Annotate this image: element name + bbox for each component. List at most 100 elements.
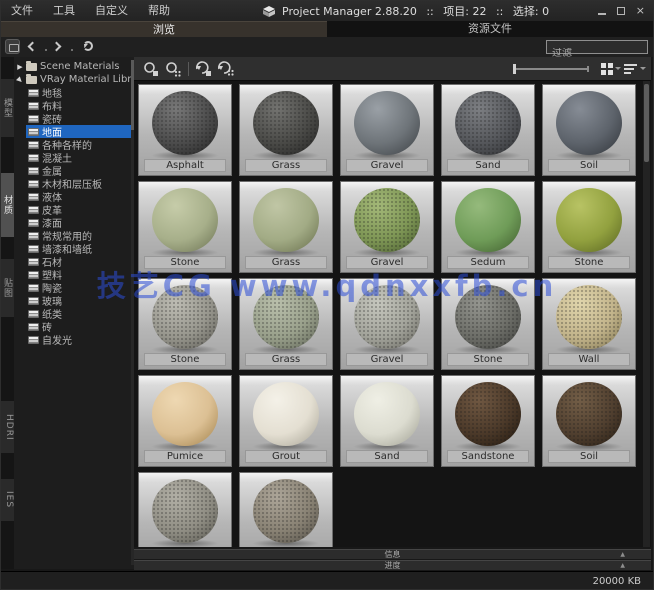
- material-sphere: [253, 285, 319, 349]
- title-separator: ::: [496, 5, 503, 18]
- material-cell[interactable]: Gravel: [340, 84, 434, 176]
- refresh-icon[interactable]: [83, 41, 93, 51]
- folder-view-icon[interactable]: [5, 39, 20, 54]
- material-cell[interactable]: Grass: [239, 181, 333, 273]
- material-sphere: [253, 91, 319, 155]
- render-all-previews-icon[interactable]: [215, 60, 237, 78]
- tree-item[interactable]: 石材: [14, 255, 134, 268]
- tab-ies[interactable]: IES: [1, 479, 14, 521]
- tree-item[interactable]: 木材和层压板: [14, 177, 134, 190]
- sort-caret-icon[interactable]: [640, 67, 646, 73]
- minimize-icon[interactable]: [598, 13, 606, 15]
- material-category-icon: [28, 128, 39, 136]
- tree-item[interactable]: 瓷砖: [14, 112, 134, 125]
- material-cell[interactable]: Grass: [239, 278, 333, 370]
- material-label: Grass: [245, 256, 327, 269]
- tree-item[interactable]: 玻璃: [14, 294, 134, 307]
- menu-customize[interactable]: 自定义: [85, 1, 138, 21]
- material-sphere: [556, 382, 622, 446]
- material-cell[interactable]: Stone: [138, 181, 232, 273]
- status-bar: 20000 KB: [1, 571, 653, 590]
- expand-info-icon[interactable]: ▲: [620, 551, 625, 559]
- grid-scrollbar[interactable]: [643, 81, 650, 547]
- tab-materials[interactable]: 材质: [1, 173, 14, 237]
- tab-hdri[interactable]: HDRI: [1, 401, 14, 453]
- material-cell[interactable]: Stone: [138, 278, 232, 370]
- tree-item[interactable]: 陶瓷: [14, 281, 134, 294]
- material-category-icon: [28, 102, 39, 110]
- material-label: Sand: [346, 450, 428, 463]
- material-cell[interactable]: Stone: [542, 181, 636, 273]
- tree-root-0[interactable]: ▶Scene Materials: [14, 60, 134, 73]
- forward-history-dot[interactable]: [71, 49, 73, 51]
- material-cell[interactable]: Grout: [239, 375, 333, 467]
- material-cell[interactable]: Sandstone: [441, 375, 535, 467]
- material-cell[interactable]: Stone: [441, 278, 535, 370]
- progress-panel-bar[interactable]: 进度 ▲: [134, 560, 651, 570]
- material-sphere: [556, 188, 622, 252]
- material-cell[interactable]: Gravel: [340, 278, 434, 370]
- tree-item[interactable]: 混凝土: [14, 151, 134, 164]
- tab-browse[interactable]: 浏览: [1, 21, 327, 37]
- material-label: Grass: [245, 353, 327, 366]
- material-label: Wall: [548, 353, 630, 366]
- render-preview-icon[interactable]: [193, 60, 215, 78]
- tab-models[interactable]: 模型: [1, 79, 14, 137]
- material-cell[interactable]: Soil: [542, 375, 636, 467]
- material-cell[interactable]: Wall: [542, 278, 636, 370]
- grid-view-icon[interactable]: [601, 63, 613, 75]
- menu-help[interactable]: 帮助: [138, 1, 180, 21]
- material-cell[interactable]: Soil: [138, 472, 232, 547]
- menu-file[interactable]: 文件: [1, 1, 43, 21]
- tab-resource-files[interactable]: 资源文件: [327, 21, 653, 37]
- tree-item[interactable]: 塑料: [14, 268, 134, 281]
- tree-item[interactable]: 自发光: [14, 333, 134, 346]
- material-sphere: [455, 382, 521, 446]
- close-icon[interactable]: ×: [636, 6, 645, 16]
- expand-progress-icon[interactable]: ▲: [620, 562, 625, 570]
- expand-arrow-icon[interactable]: ▶: [14, 63, 26, 71]
- material-cell[interactable]: Asphalt: [138, 84, 232, 176]
- sort-icon[interactable]: [624, 64, 637, 74]
- tree-item[interactable]: 纸类: [14, 307, 134, 320]
- assign-material-icon[interactable]: [140, 60, 162, 78]
- tree-root-label: VRay Material Library: [40, 74, 134, 85]
- maximize-icon[interactable]: [617, 7, 625, 15]
- material-sphere: [556, 91, 622, 155]
- tree-item-row[interactable]: 自发光: [26, 333, 134, 346]
- material-cell[interactable]: Soil: [542, 84, 636, 176]
- tree-item[interactable]: 墙漆和墙纸: [14, 242, 134, 255]
- material-grid: AsphaltGrassGravelSandSoilStoneGrassGrav…: [138, 81, 641, 547]
- material-cell[interactable]: Pumice: [138, 375, 232, 467]
- forward-icon[interactable]: [52, 42, 62, 52]
- back-icon[interactable]: [28, 42, 38, 52]
- tree-item[interactable]: 布料: [14, 99, 134, 112]
- status-size: 20000 KB: [593, 572, 641, 590]
- material-cell[interactable]: Sand: [340, 375, 434, 467]
- tree-root-1[interactable]: ▶VRay Material Library: [14, 73, 134, 86]
- tree-item[interactable]: 各种各样的: [14, 138, 134, 151]
- info-panel-bar[interactable]: 信息 ▲: [134, 549, 651, 559]
- material-cell[interactable]: Sedum: [441, 181, 535, 273]
- material-cell[interactable]: Stone: [239, 472, 333, 547]
- tree-item[interactable]: 液体: [14, 190, 134, 203]
- material-cell[interactable]: Grass: [239, 84, 333, 176]
- grid-view-caret-icon[interactable]: [615, 67, 621, 73]
- material-label: Pumice: [144, 450, 226, 463]
- material-category-icon: [28, 141, 39, 149]
- material-label: Stone: [548, 256, 630, 269]
- material-cell[interactable]: Sand: [441, 84, 535, 176]
- assign-material-to-selection-icon[interactable]: [162, 60, 184, 78]
- progress-panel-label: 进度: [385, 561, 401, 570]
- material-category-icon: [28, 219, 39, 227]
- tree-item[interactable]: 皮革: [14, 203, 134, 216]
- back-history-dot[interactable]: [45, 49, 47, 51]
- material-sphere: [253, 479, 319, 543]
- tree-item[interactable]: 砖: [14, 320, 134, 333]
- tree-item[interactable]: 地毯: [14, 86, 134, 99]
- material-cell[interactable]: Gravel: [340, 181, 434, 273]
- project-manager-window: 文件 工具 自定义 帮助 Project Manager 2.88.20 :: …: [0, 0, 654, 590]
- menu-tools[interactable]: 工具: [43, 1, 85, 21]
- tab-textures[interactable]: 贴图: [1, 259, 14, 317]
- thumbnail-size-slider[interactable]: [513, 68, 589, 70]
